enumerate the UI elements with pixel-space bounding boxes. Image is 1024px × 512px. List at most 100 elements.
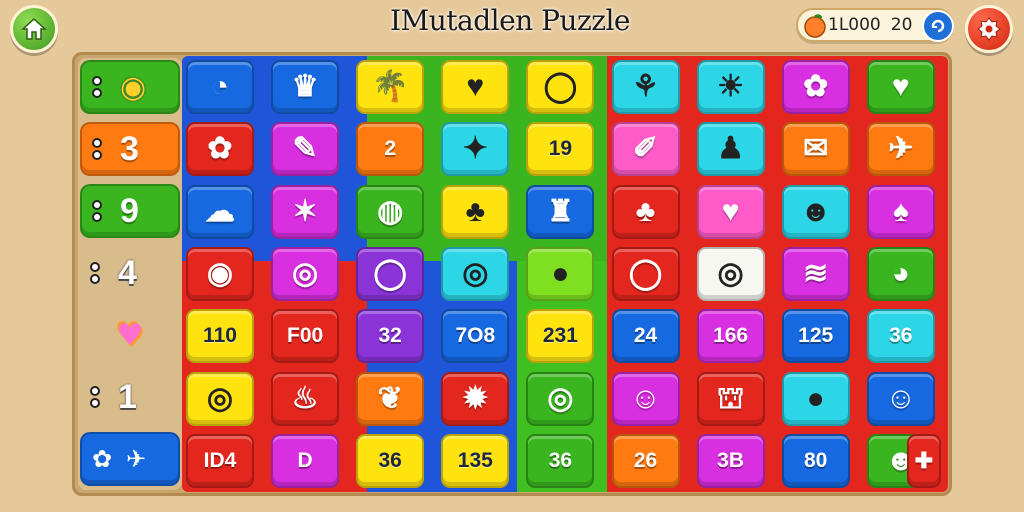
icon-tile[interactable]: ◕ <box>866 246 935 301</box>
icon-tile[interactable]: ♜ <box>526 184 595 239</box>
icon-tile[interactable]: ✹ <box>441 371 510 426</box>
icon-tile[interactable]: ◯ <box>356 246 425 301</box>
icon-tile[interactable]: ⛫ <box>696 371 765 426</box>
heart-shield-icon: ♥ <box>891 70 910 103</box>
face-icon: ☺ <box>885 381 917 415</box>
icon-tile[interactable]: ♠ <box>866 184 935 239</box>
icon-tile[interactable]: ☀ <box>696 60 765 114</box>
icon-tile[interactable]: ✿ <box>186 122 254 177</box>
icon-tile[interactable]: ✦ <box>441 122 510 177</box>
plus-icon <box>931 19 945 33</box>
tile-number: F00 <box>287 324 324 348</box>
icon-tile[interactable]: ♣ <box>611 184 680 239</box>
number-tile[interactable]: F00 <box>271 309 340 364</box>
number-tile[interactable]: 7O8 <box>441 309 510 364</box>
icon-tile[interactable]: ☺ <box>611 371 680 426</box>
gear-flower-icon: ✹ <box>462 381 488 415</box>
number-tile[interactable]: D <box>271 433 340 488</box>
icon-tile[interactable]: ◎ <box>526 371 595 426</box>
icon-tile[interactable]: ☻ <box>781 184 850 239</box>
number-tile[interactable]: 19 <box>526 122 595 177</box>
tile-number: 36 <box>378 448 402 472</box>
counter-dots <box>92 76 102 98</box>
side-row[interactable]: ✿✈ <box>80 432 180 486</box>
icon-tile[interactable]: ♨ <box>271 371 340 426</box>
settings-button[interactable] <box>965 5 1013 53</box>
icon-tile[interactable]: ⚘ <box>611 60 680 114</box>
fruit-coin-icon <box>804 14 826 38</box>
number-tile[interactable]: 36 <box>866 309 935 364</box>
icon-tile[interactable]: ☺ <box>866 371 935 426</box>
icon-tile[interactable]: ◔ <box>186 60 254 114</box>
frog-icon: ☻ <box>799 194 832 228</box>
number-tile[interactable]: 32 <box>356 309 425 364</box>
number-tile[interactable]: 24 <box>611 309 680 364</box>
dot <box>90 262 100 272</box>
game-board: ◔ ♛ 🌴 ♥ ◯ ⚘ ☀ ✿ ♥ ✿ ✎ 2 ✦ 19 ✐ ♟ ✉ ✈ ☁ ✶ ◍ ♣ ♜ ♣ ♥ ☻ ♠ ◉ ◎ ◯ ◎ ● ◯ ◎ ≋ ◕ 110… <box>182 56 948 492</box>
icon-tile[interactable]: ✶ <box>271 184 340 239</box>
icon-tile[interactable]: ☁ <box>186 184 254 239</box>
icon-tile[interactable]: ♛ <box>271 60 340 114</box>
number-tile[interactable]: 26 <box>611 433 680 488</box>
icon-tile[interactable]: ❦ <box>356 371 425 426</box>
icon-tile[interactable]: ● <box>526 246 595 301</box>
heart-icon: ♥ <box>116 317 144 353</box>
bird-icon: ◕ <box>891 256 910 290</box>
icon-tile[interactable]: ♥ <box>866 60 935 114</box>
number-tile[interactable]: 36 <box>526 433 595 488</box>
icon-tile[interactable]: ♥ <box>696 184 765 239</box>
icon-tile[interactable]: ✉ <box>781 122 850 177</box>
number-tile[interactable]: 125 <box>781 309 850 364</box>
icon-tile[interactable]: ◎ <box>441 246 510 301</box>
icon-tile[interactable]: 🌴 <box>356 60 425 114</box>
icon-tile[interactable]: ♥ <box>441 60 510 114</box>
number-tile[interactable]: 3B <box>696 433 765 488</box>
tile-number: 135 <box>457 448 493 472</box>
side-row[interactable]: ◉ <box>80 60 180 114</box>
feather-icon: ✎ <box>292 132 318 166</box>
icon-tile[interactable]: ◎ <box>696 246 765 301</box>
icon-tile[interactable]: ◍ <box>356 184 425 239</box>
icon-tile[interactable]: ♟ <box>696 122 765 177</box>
number-tile[interactable]: 2 <box>356 122 425 177</box>
home-button[interactable] <box>10 5 58 53</box>
number-tile[interactable]: ID4 <box>186 433 254 488</box>
gear-icon <box>977 17 1001 41</box>
number-tile[interactable]: 166 <box>696 309 765 364</box>
tile-number: 110 <box>203 324 237 348</box>
sun-icon: ☀ <box>717 70 745 103</box>
dot <box>92 88 102 98</box>
side-row[interactable]: 4 <box>80 246 180 300</box>
number-tile[interactable]: 135 <box>441 433 510 488</box>
icon-tile[interactable]: ✿ <box>781 60 850 114</box>
side-row[interactable]: 3 <box>80 122 180 176</box>
add-coins-button[interactable] <box>922 10 954 42</box>
puzzle-piece-icon: ✚ <box>914 447 934 473</box>
tile-number: 166 <box>713 324 749 348</box>
icon-tile[interactable]: ♣ <box>441 184 510 239</box>
icon-tile[interactable]: ✈ <box>866 122 935 177</box>
dot <box>90 274 100 284</box>
puzzle-piece-tile[interactable]: ✚ <box>906 433 941 488</box>
number-tile[interactable]: 231 <box>526 309 595 364</box>
side-row[interactable]: ♥ <box>80 308 180 362</box>
salad-bowl-icon: ♨ <box>291 381 319 415</box>
coin-amount: 1L000 <box>828 15 881 35</box>
gold-coin-icon: ◎ <box>717 256 744 290</box>
icon-tile[interactable]: ◎ <box>186 371 254 426</box>
side-row[interactable]: 1 <box>80 370 180 424</box>
paper-icon: ≋ <box>803 256 829 290</box>
number-tile[interactable]: 80 <box>781 433 850 488</box>
icon-tile[interactable]: ◉ <box>186 246 254 301</box>
icon-tile[interactable]: ● <box>781 371 850 426</box>
icon-tile[interactable]: ✎ <box>271 122 340 177</box>
icon-tile[interactable]: ✐ <box>611 122 680 177</box>
icon-tile[interactable]: ◯ <box>611 246 680 301</box>
icon-tile[interactable]: ≋ <box>781 246 850 301</box>
number-tile[interactable]: 110 <box>186 309 254 364</box>
gold-coin-icon: ◎ <box>292 256 319 290</box>
number-tile[interactable]: 36 <box>356 433 425 488</box>
icon-tile[interactable]: ◎ <box>271 246 340 301</box>
icon-tile[interactable]: ◯ <box>526 60 595 114</box>
side-row[interactable]: 9 <box>80 184 180 238</box>
